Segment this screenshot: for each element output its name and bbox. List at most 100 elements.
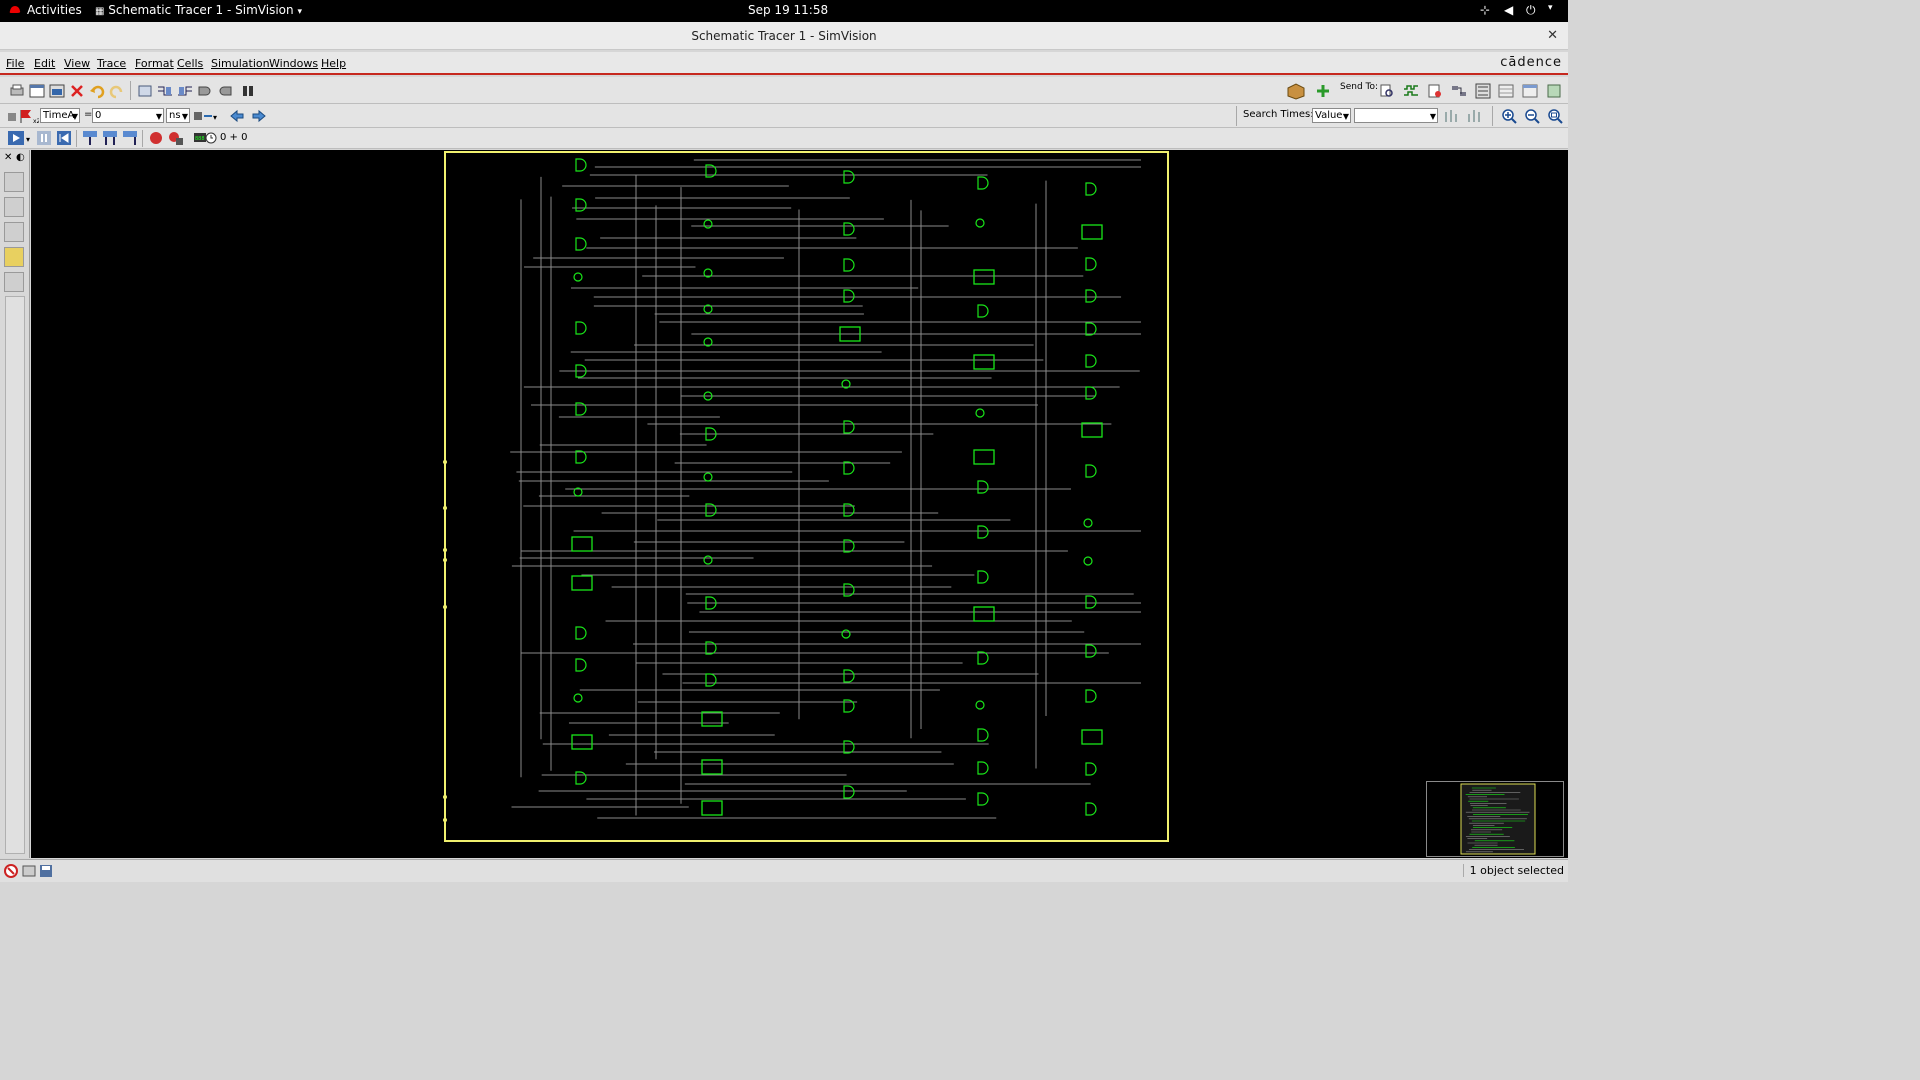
and-gate[interactable]: [575, 198, 587, 212]
and-gate[interactable]: [1085, 289, 1097, 303]
inverter-bubble[interactable]: [573, 272, 583, 282]
inverter-bubble[interactable]: [1083, 518, 1093, 528]
step-out-icon[interactable]: [122, 130, 138, 146]
undo-icon[interactable]: [89, 83, 105, 99]
trace-inputs-icon[interactable]: [157, 83, 173, 99]
search-forward-icon[interactable]: [1466, 108, 1482, 124]
close-window-button[interactable]: ✕: [1547, 22, 1558, 50]
send-to-console-icon[interactable]: [1546, 83, 1562, 99]
and-gate[interactable]: [705, 673, 717, 687]
and-gate[interactable]: [977, 525, 989, 539]
app-menu[interactable]: ▦ Schematic Tracer 1 - SimVision ▾: [95, 3, 302, 17]
and-gate[interactable]: [977, 761, 989, 775]
and-gate[interactable]: [843, 461, 855, 475]
search-mode-select[interactable]: Value ▼: [1312, 108, 1351, 123]
back-arrow-icon[interactable]: [229, 108, 245, 124]
input-port[interactable]: [443, 795, 447, 799]
and-gate[interactable]: [843, 222, 855, 236]
schematic-tool-icon[interactable]: [137, 83, 153, 99]
breakpoint-icon[interactable]: [148, 130, 164, 146]
redo-icon[interactable]: [109, 83, 125, 99]
driver-icon[interactable]: [197, 83, 213, 99]
and-gate[interactable]: [977, 792, 989, 806]
input-port[interactable]: [443, 818, 447, 822]
search-value-field[interactable]: ▼: [1354, 108, 1438, 123]
flip-flop-cell[interactable]: [701, 759, 723, 775]
next-icon[interactable]: [102, 130, 118, 146]
send-to-schematic-icon[interactable]: [1451, 83, 1467, 99]
activities-button[interactable]: Activities: [27, 3, 82, 17]
flip-flop-cell[interactable]: [571, 734, 593, 750]
input-port[interactable]: [443, 605, 447, 609]
highlight-icon[interactable]: [4, 247, 24, 267]
menu-cells[interactable]: Cells: [177, 57, 203, 70]
stop-record-icon[interactable]: [168, 130, 184, 146]
send-to-memory-icon[interactable]: [1522, 83, 1538, 99]
flip-flop-cell[interactable]: [701, 800, 723, 816]
and-gate[interactable]: [1085, 595, 1097, 609]
and-gate[interactable]: [1085, 644, 1097, 658]
and-gate[interactable]: [575, 771, 587, 785]
menu-edit[interactable]: Edit: [34, 57, 55, 70]
new-window-icon[interactable]: [29, 83, 45, 99]
zoom-fit-icon[interactable]: [1547, 108, 1563, 124]
trace-outputs-icon[interactable]: [177, 83, 193, 99]
add-icon[interactable]: [1315, 83, 1331, 99]
and-gate[interactable]: [575, 626, 587, 640]
cell-library-icon[interactable]: [4, 272, 24, 292]
send-to-register-icon[interactable]: [1427, 83, 1443, 99]
input-port[interactable]: [443, 548, 447, 552]
inverter-bubble[interactable]: [975, 700, 985, 710]
and-gate[interactable]: [575, 321, 587, 335]
and-gate[interactable]: [1085, 354, 1097, 368]
save-icon[interactable]: [38, 863, 54, 879]
pause-icon[interactable]: [36, 130, 52, 146]
rewind-icon[interactable]: [56, 130, 72, 146]
flip-flop-cell[interactable]: [571, 575, 593, 591]
find-icon[interactable]: [240, 83, 256, 99]
menu-file[interactable]: File: [6, 57, 24, 70]
and-gate[interactable]: [575, 450, 587, 464]
and-gate[interactable]: [1085, 762, 1097, 776]
and-gate[interactable]: [843, 785, 855, 799]
and-gate[interactable]: [843, 740, 855, 754]
inverter-bubble[interactable]: [573, 693, 583, 703]
and-gate[interactable]: [1085, 182, 1097, 196]
flip-flop-cell[interactable]: [701, 711, 723, 727]
send-to-package-icon[interactable]: [1286, 82, 1308, 100]
and-gate[interactable]: [977, 480, 989, 494]
run-icon[interactable]: ▾: [7, 130, 33, 146]
inverter-bubble[interactable]: [1083, 556, 1093, 566]
and-gate[interactable]: [977, 304, 989, 318]
flip-flop-cell[interactable]: [973, 606, 995, 622]
and-gate[interactable]: [977, 176, 989, 190]
menu-view[interactable]: View: [64, 57, 90, 70]
menu-simulation[interactable]: Simulation: [211, 57, 270, 70]
inverter-bubble[interactable]: [975, 218, 985, 228]
input-port[interactable]: [443, 506, 447, 510]
menu-help[interactable]: Help: [321, 57, 346, 70]
forward-arrow-icon[interactable]: [251, 108, 267, 124]
flip-flop-cell[interactable]: [1081, 422, 1103, 438]
cursor-options-icon[interactable]: ▾: [193, 108, 219, 124]
collapse-icon[interactable]: ◐: [16, 152, 25, 163]
send-to-table-icon[interactable]: [1498, 83, 1514, 99]
send-to-source-icon[interactable]: [1379, 83, 1395, 99]
input-port[interactable]: [443, 558, 447, 562]
network-icon[interactable]: ⊹: [1480, 3, 1490, 17]
and-gate[interactable]: [1085, 689, 1097, 703]
and-gate[interactable]: [977, 728, 989, 742]
and-gate[interactable]: [843, 289, 855, 303]
flip-flop-cell[interactable]: [973, 354, 995, 370]
window-icon[interactable]: [49, 83, 65, 99]
and-gate[interactable]: [575, 158, 587, 172]
inverter-bubble[interactable]: [975, 408, 985, 418]
cursor-flag-icon[interactable]: x2: [7, 108, 39, 124]
menu-format[interactable]: Format: [135, 57, 174, 70]
delete-icon[interactable]: [69, 83, 85, 99]
settings-icon[interactable]: [21, 863, 37, 879]
close-icon[interactable]: ✕: [4, 152, 12, 163]
schematic-drawing[interactable]: [31, 150, 1568, 858]
flip-flop-cell[interactable]: [1081, 224, 1103, 240]
flip-flop-cell[interactable]: [1081, 729, 1103, 745]
